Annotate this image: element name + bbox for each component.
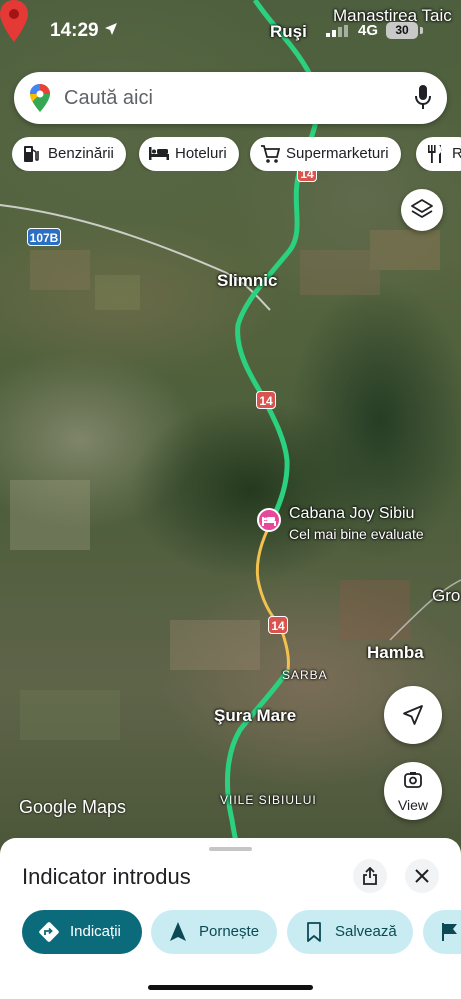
- chip-label: Supermarketuri: [286, 145, 389, 162]
- chip-gas-stations[interactable]: Benzinării: [12, 137, 126, 171]
- chip-label: R: [452, 145, 461, 162]
- navigation-icon: [170, 922, 186, 941]
- place-label-hamba[interactable]: Hamba: [367, 643, 424, 663]
- flag-icon: [442, 923, 457, 941]
- location-arrow-icon: [105, 23, 117, 35]
- save-label: Salvează: [335, 923, 397, 940]
- close-icon: [415, 869, 429, 883]
- chip-restaurants[interactable]: R: [416, 137, 461, 171]
- save-button[interactable]: Salvează: [287, 910, 413, 954]
- close-button[interactable]: [405, 859, 439, 893]
- my-location-button[interactable]: [384, 686, 442, 744]
- status-time: 14:29: [50, 20, 99, 41]
- gas-station-icon: [24, 146, 39, 162]
- place-label-sura-mare[interactable]: Şura Mare: [214, 706, 296, 726]
- battery-tip: [420, 27, 423, 34]
- view-button-label: View: [397, 797, 429, 813]
- street-view-icon: [404, 772, 422, 788]
- chip-hotels[interactable]: Hoteluri: [139, 137, 239, 171]
- navigation-arrow-icon: [403, 705, 423, 725]
- bed-icon: [149, 147, 169, 160]
- road-shield-107b: 107B: [27, 228, 61, 246]
- cart-icon: [261, 145, 280, 163]
- bookmark-icon: [307, 922, 321, 942]
- google-maps-attribution: Google Maps: [19, 797, 127, 817]
- start-label: Pornește: [199, 923, 260, 940]
- sheet-title: Indicator introdus: [22, 864, 191, 889]
- chip-supermarkets[interactable]: Supermarketuri: [250, 137, 401, 171]
- action-buttons-row: Indicații Pornește Salvează: [0, 910, 461, 954]
- category-chips: Benzinării Hoteluri Supermarketuri R: [12, 137, 461, 171]
- sheet-drag-handle[interactable]: [209, 847, 252, 851]
- directions-label: Indicații: [70, 923, 121, 940]
- search-input[interactable]: Caută aici: [64, 87, 153, 110]
- bed-icon: [262, 517, 276, 526]
- chip-label: Hoteluri: [175, 145, 227, 162]
- place-label-sarba[interactable]: SARBA: [282, 668, 328, 682]
- share-icon: [363, 867, 377, 885]
- chip-label: Benzinării: [48, 145, 114, 162]
- battery-icon: 30: [386, 22, 418, 39]
- more-actions-button[interactable]: [423, 910, 461, 954]
- signal-icon: [326, 25, 348, 37]
- road-shield-14: 14: [268, 616, 288, 634]
- street-view-button[interactable]: View: [384, 762, 442, 820]
- google-maps-pin-icon: [30, 84, 50, 112]
- share-button[interactable]: [353, 859, 387, 893]
- search-bar[interactable]: Caută aici: [14, 72, 447, 124]
- directions-button[interactable]: Indicații: [22, 910, 142, 954]
- status-bar: 14:29 4G 30: [0, 0, 461, 60]
- poi-label-subtitle: Cel mai bine evaluate: [289, 526, 424, 542]
- start-button[interactable]: Pornește: [151, 910, 277, 954]
- restaurant-icon: [428, 145, 442, 163]
- hotel-poi-marker[interactable]: [257, 508, 281, 532]
- layers-button[interactable]: [401, 189, 443, 231]
- place-bottom-sheet[interactable]: Indicator introdus Indicații Pornește Sa…: [0, 838, 461, 999]
- network-type: 4G: [358, 22, 379, 39]
- microphone-icon[interactable]: [415, 85, 431, 111]
- place-label-gro[interactable]: Gro: [432, 586, 460, 606]
- directions-icon: [39, 922, 59, 942]
- road-shield-14: 14: [256, 391, 276, 409]
- layers-icon: [411, 199, 433, 218]
- place-label-viile-sibiului[interactable]: VIILE SIBIULUI: [220, 793, 317, 807]
- place-label-slimnic[interactable]: Slimnic: [217, 271, 277, 291]
- poi-label-name[interactable]: Cabana Joy Sibiu: [289, 505, 414, 523]
- home-indicator: [148, 985, 313, 990]
